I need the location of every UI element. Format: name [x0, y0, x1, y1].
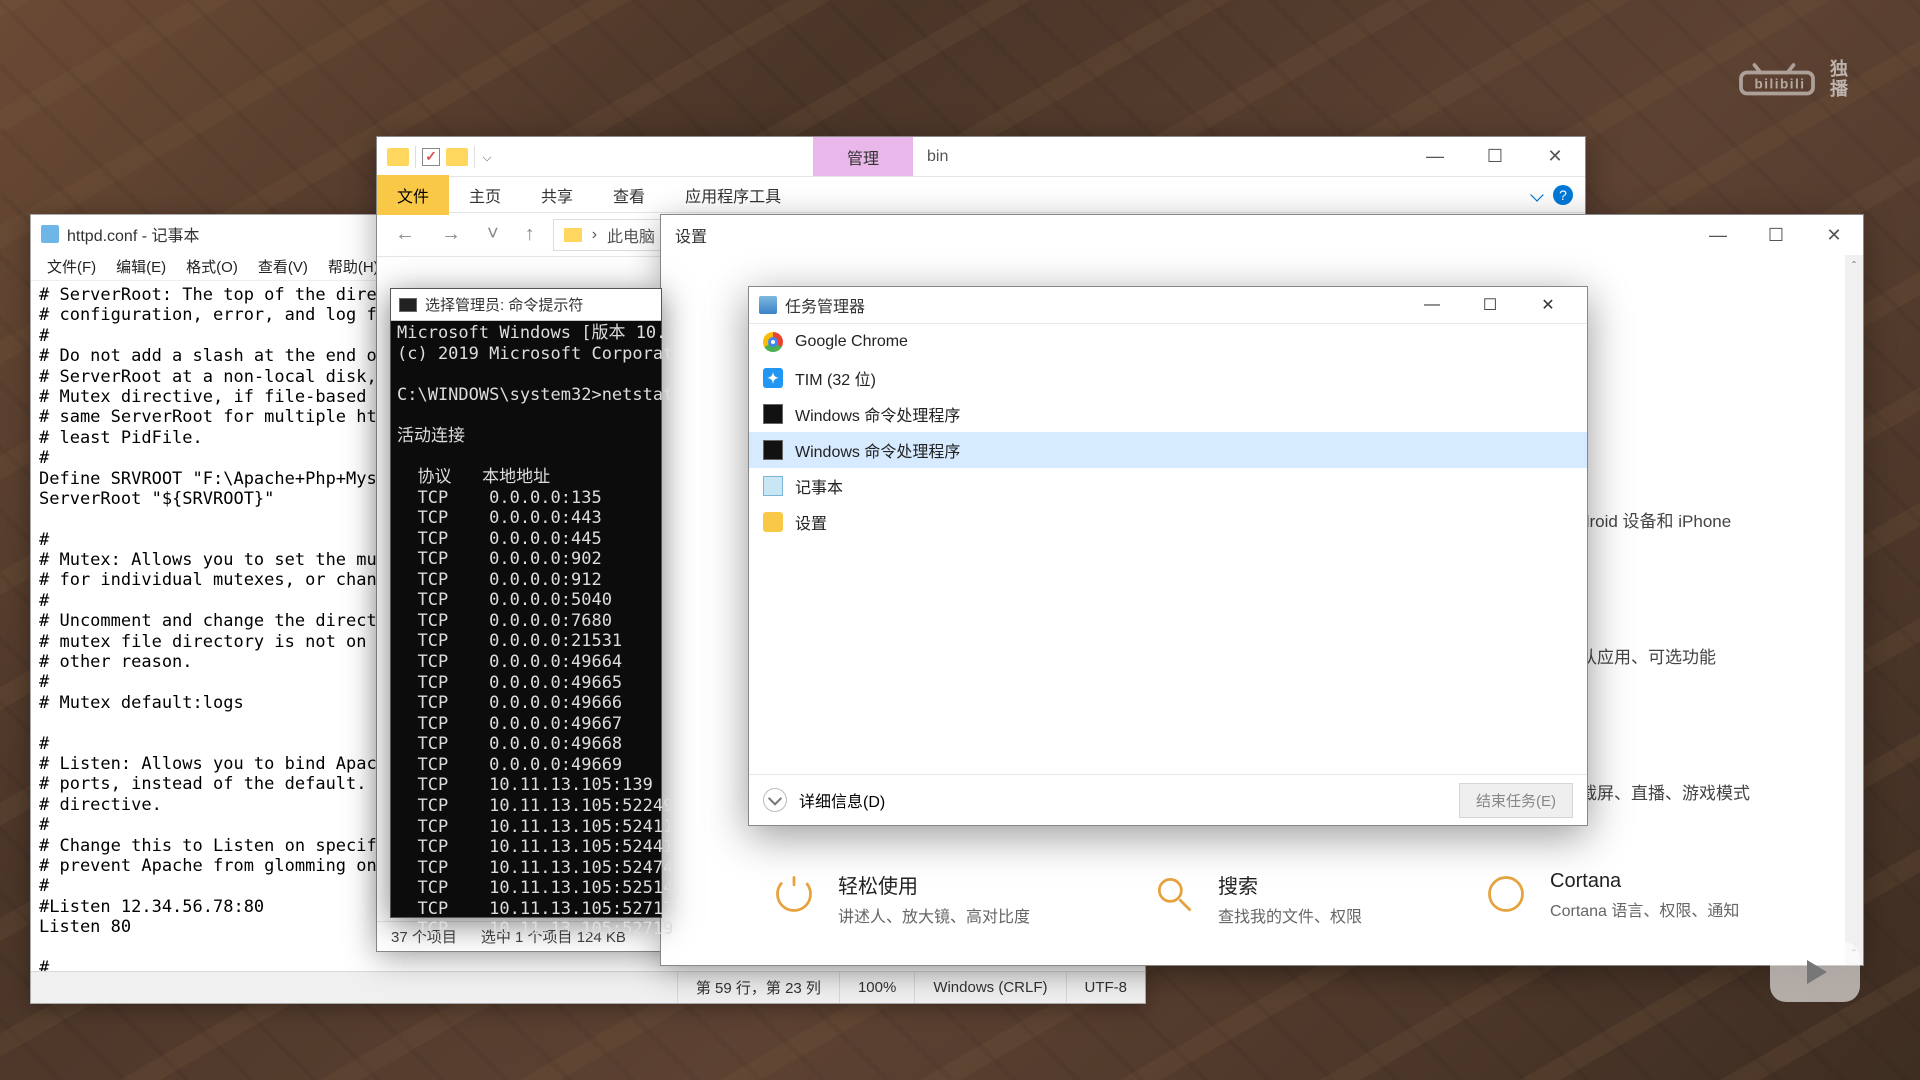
status-zoom: 100% — [839, 972, 914, 1003]
close-button[interactable]: ✕ — [1519, 287, 1577, 323]
cmd-icon — [763, 404, 783, 424]
maximize-button[interactable]: ☐ — [1747, 215, 1805, 255]
cmd-icon — [399, 298, 417, 312]
settings-card-ease[interactable]: 轻松使用讲述人、放大镜、高对比度 — [770, 870, 1030, 927]
taskmgr-row-label: 记事本 — [795, 474, 843, 498]
taskmgr-window[interactable]: 任务管理器 — ☐ ✕ Google Chrome ✦ TIM (32 位) Wind… — [748, 286, 1588, 826]
notepad-title-text: httpd.conf - 记事本 — [67, 222, 200, 246]
tab-home[interactable]: 主页 — [449, 175, 521, 215]
cortana-icon — [1482, 870, 1530, 918]
taskmgr-row-label: Google Chrome — [795, 333, 908, 351]
taskmgr-icon — [759, 296, 777, 314]
cmd-output[interactable]: Microsoft Windows [版本 10. (c) 2019 Micro… — [391, 321, 661, 942]
settings-card-cortana[interactable]: CortanaCortana 语言、权限、通知 — [1482, 870, 1739, 921]
taskmgr-row[interactable]: Windows 命令处理程序 — [749, 432, 1587, 468]
taskmgr-row[interactable]: ✦ TIM (32 位) — [749, 360, 1587, 396]
explorer-titlebar[interactable]: ✓ 管理 bin — ☐ ✕ — [377, 137, 1585, 177]
play-button[interactable] — [1770, 942, 1860, 1002]
folder-icon — [564, 228, 582, 242]
settings-icon — [763, 512, 783, 532]
menu-file[interactable]: 文件(F) — [37, 252, 106, 281]
minimize-button[interactable]: — — [1689, 215, 1747, 255]
taskmgr-title-text: 任务管理器 — [785, 293, 865, 317]
settings-scrollbar[interactable]: ˆˇ — [1845, 255, 1863, 965]
explorer-title-path: bin — [913, 137, 962, 176]
menu-edit[interactable]: 编辑(E) — [106, 252, 176, 281]
settings-title: 设置 — [661, 215, 1863, 255]
taskmgr-row-label: Windows 命令处理程序 — [795, 402, 960, 426]
cmd-window[interactable]: 选择管理员: 命令提示符 Microsoft Windows [版本 10. (… — [390, 288, 662, 918]
nav-back-icon[interactable]: ← — [387, 223, 423, 246]
status-enc: UTF-8 — [1066, 972, 1146, 1003]
more-details-label[interactable]: 详细信息(D) — [799, 788, 885, 812]
menu-format[interactable]: 格式(O) — [176, 252, 248, 281]
search-icon — [1150, 870, 1198, 918]
close-button[interactable]: ✕ — [1525, 137, 1585, 176]
tim-icon: ✦ — [763, 368, 783, 388]
nav-recent-icon[interactable]: ˅ — [479, 223, 507, 246]
close-button[interactable]: ✕ — [1805, 215, 1863, 255]
help-icon[interactable]: ? — [1553, 185, 1573, 205]
tab-share[interactable]: 共享 — [521, 175, 593, 215]
explorer-ribbon[interactable]: 文件 主页 共享 查看 应用程序工具 ? — [377, 177, 1585, 213]
cmd-title-text: 选择管理员: 命令提示符 — [425, 294, 583, 315]
status-eol: Windows (CRLF) — [914, 972, 1065, 1003]
qat-properties-icon[interactable]: ✓ — [422, 148, 440, 166]
folder-icon[interactable] — [446, 148, 468, 166]
svg-text:bilibili: bilibili — [1755, 76, 1806, 91]
tab-apptools[interactable]: 应用程序工具 — [665, 175, 801, 215]
settings-card-search[interactable]: 搜索查找我的文件、权限 — [1150, 870, 1362, 927]
minimize-button[interactable]: — — [1405, 137, 1465, 176]
bilibili-watermark: bilibili 独播 — [1732, 60, 1850, 100]
settings-categories: 轻松使用讲述人、放大镜、高对比度 搜索查找我的文件、权限 CortanaCort… — [770, 870, 1739, 927]
note-icon — [763, 476, 783, 496]
taskmgr-process-list[interactable]: Google Chrome ✦ TIM (32 位) Windows 命令处理程序 Wi… — [749, 323, 1587, 775]
tab-file[interactable]: 文件 — [377, 175, 449, 215]
more-details-toggle[interactable] — [763, 788, 787, 812]
notepad-icon — [41, 225, 59, 243]
taskmgr-row-label: 设置 — [795, 510, 827, 534]
settings-peek-text: droid 设备和 iPhone 认应用、可选功能 截屏、直播、游戏模式 — [1580, 500, 1840, 817]
nav-fwd-icon[interactable]: → — [433, 223, 469, 246]
cmd-icon — [763, 440, 783, 460]
ribbon-context-tab[interactable]: 管理 — [813, 137, 913, 176]
explorer-window-controls: — ☐ ✕ — [1405, 137, 1585, 176]
ribbon-collapse-icon[interactable] — [1530, 188, 1544, 202]
taskmgr-row[interactable]: 设置 — [749, 504, 1587, 540]
taskmgr-titlebar[interactable]: 任务管理器 — ☐ ✕ — [749, 287, 1587, 323]
cmd-titlebar[interactable]: 选择管理员: 命令提示符 — [391, 289, 661, 321]
menu-view[interactable]: 查看(V) — [248, 252, 318, 281]
taskmgr-row[interactable]: Windows 命令处理程序 — [749, 396, 1587, 432]
status-pos: 第 59 行，第 23 列 — [677, 972, 839, 1003]
folder-icon — [387, 148, 409, 166]
taskmgr-footer: 详细信息(D) 结束任务(E) — [749, 775, 1587, 825]
taskmgr-row-label: Windows 命令处理程序 — [795, 438, 960, 462]
qat-dropdown-icon[interactable] — [483, 152, 491, 160]
crumb-thispc[interactable]: 此电脑 — [607, 223, 655, 247]
tab-view[interactable]: 查看 — [593, 175, 665, 215]
end-task-button[interactable]: 结束任务(E) — [1459, 783, 1573, 818]
taskmgr-row[interactable]: Google Chrome — [749, 324, 1587, 360]
chrome-icon — [763, 332, 783, 352]
notepad-statusbar: 第 59 行，第 23 列 100% Windows (CRLF) UTF-8 — [31, 971, 1145, 1003]
nav-up-icon[interactable]: ↑ — [517, 223, 543, 246]
ease-of-access-icon — [770, 870, 818, 918]
maximize-button[interactable]: ☐ — [1461, 287, 1519, 323]
quick-access-toolbar[interactable]: ✓ — [377, 137, 503, 176]
minimize-button[interactable]: — — [1403, 287, 1461, 323]
taskmgr-row[interactable]: 记事本 — [749, 468, 1587, 504]
maximize-button[interactable]: ☐ — [1465, 137, 1525, 176]
taskmgr-row-label: TIM (32 位) — [795, 366, 876, 390]
